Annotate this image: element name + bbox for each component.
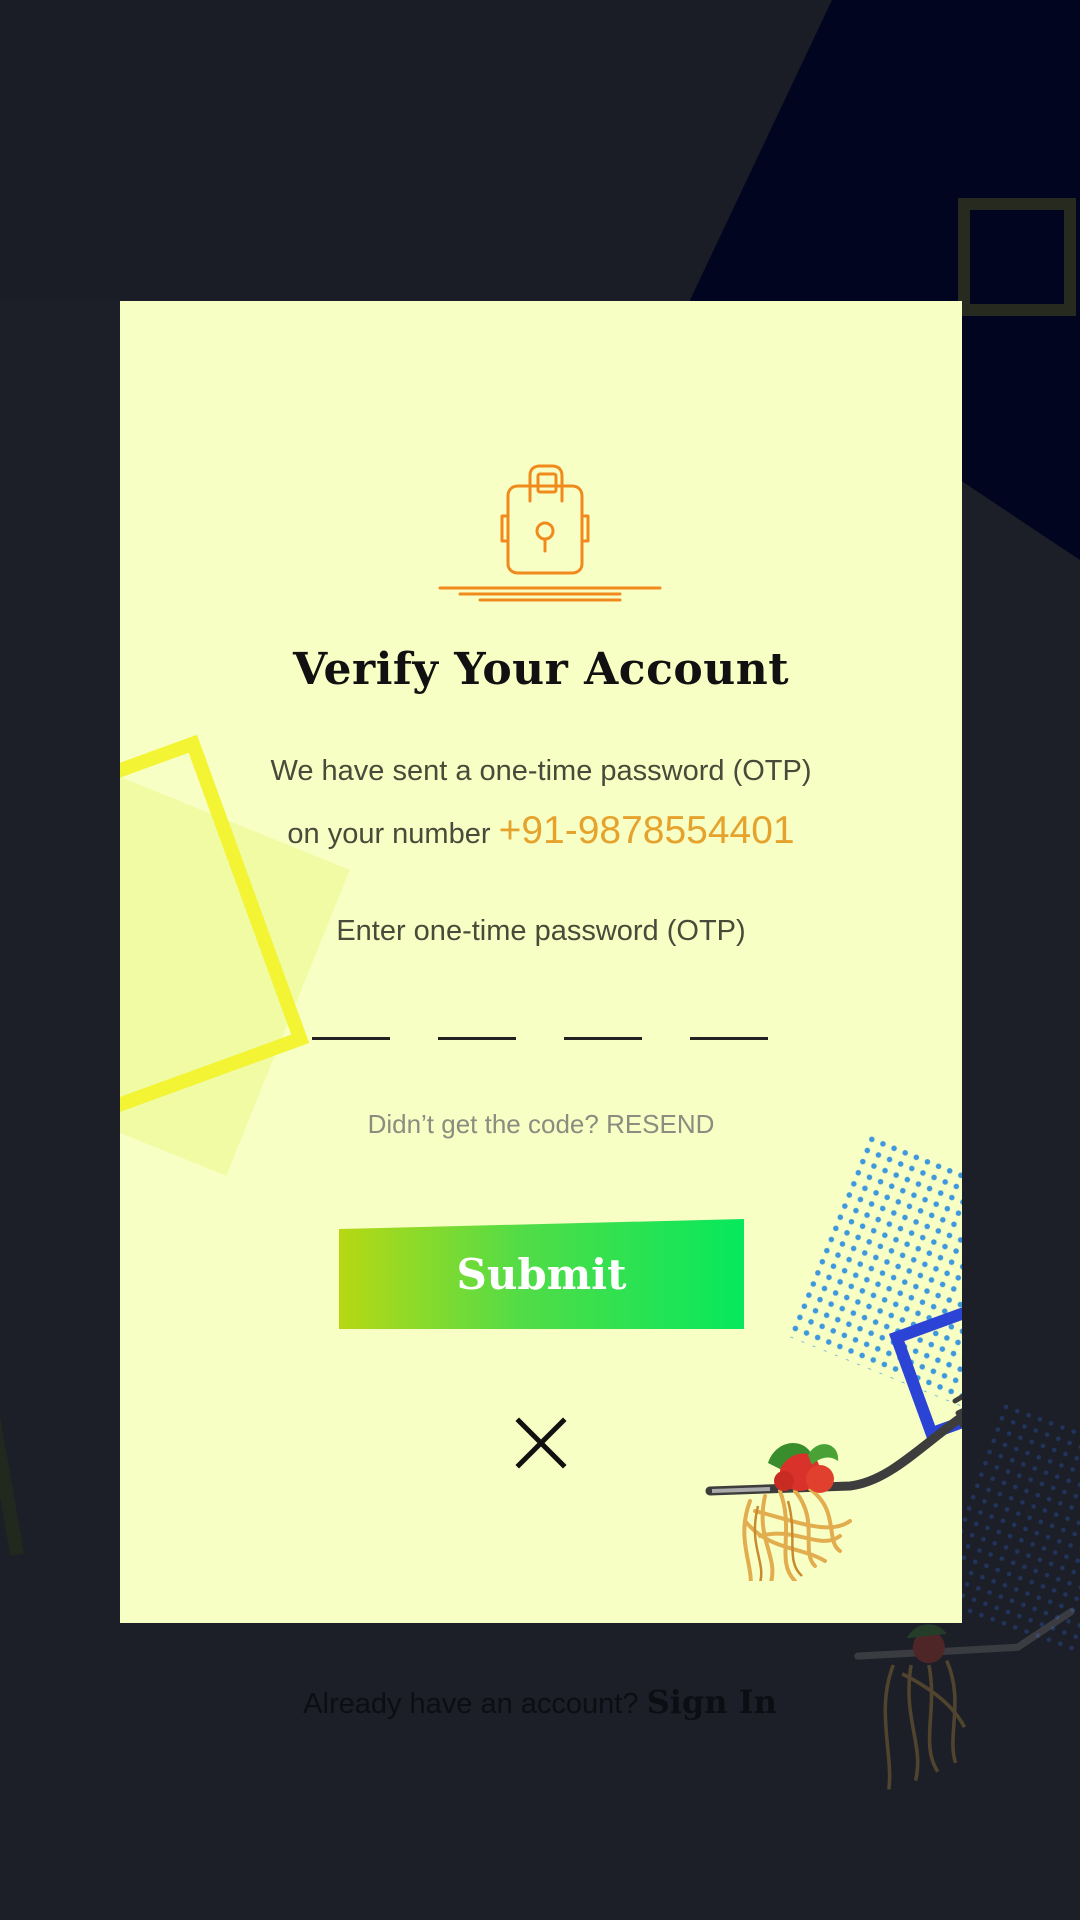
otp-sent-message-line1: We have sent a one-time password (OTP) — [270, 755, 812, 787]
submit-button[interactable]: Submit — [339, 1219, 744, 1329]
signin-prompt: Already have an account? Sign In — [0, 1683, 1080, 1721]
page-title: Verify Your Account — [292, 644, 790, 695]
otp-digit-1-input[interactable] — [312, 991, 390, 1040]
otp-sent-message-prefix: on your number — [287, 818, 499, 850]
signin-prompt-text: Already have an account? — [303, 1688, 647, 1720]
lock-icon — [438, 464, 662, 602]
sign-in-link[interactable]: Sign In — [647, 1683, 777, 1721]
resend-prompt: Didn’t get the code? RESEND — [120, 1109, 962, 1140]
otp-digit-2-input[interactable] — [438, 991, 516, 1040]
background-square-outline — [958, 198, 1076, 316]
otp-label: Enter one-time password (OTP) — [336, 915, 746, 947]
otp-sent-message-line2: on your number +91-9878554401 — [120, 801, 962, 864]
otp-digit-4-input[interactable] — [690, 991, 768, 1040]
verify-account-modal: Verify Your Account We have sent a one-t… — [120, 301, 962, 1623]
phone-number: +91-9878554401 — [498, 809, 795, 852]
close-icon[interactable] — [511, 1413, 571, 1473]
resend-link[interactable]: RESEND — [606, 1109, 714, 1139]
otp-digit-3-input[interactable] — [564, 991, 642, 1040]
otp-sent-message: We have sent a one-time password (OTP) o… — [120, 741, 962, 864]
otp-input-group — [312, 991, 772, 1041]
pasta-fork-image — [705, 1393, 962, 1581]
resend-prompt-text: Didn’t get the code? — [367, 1109, 607, 1139]
